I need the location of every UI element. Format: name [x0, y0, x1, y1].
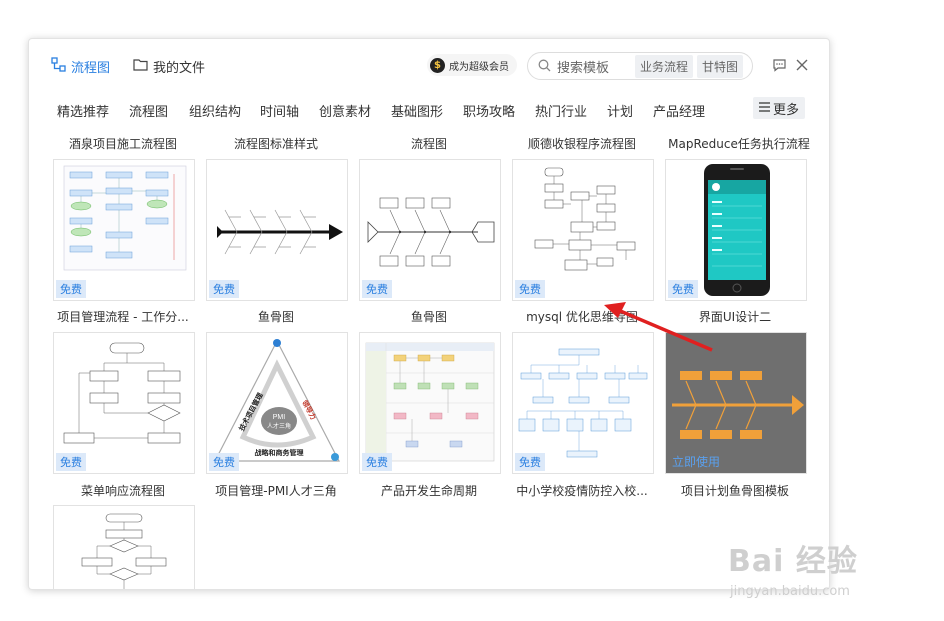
annotation-arrow [604, 302, 713, 352]
baidu-watermark: Bai 经验 [728, 544, 858, 579]
baidu-watermark-url: jingyan.baidu.com [730, 584, 850, 599]
